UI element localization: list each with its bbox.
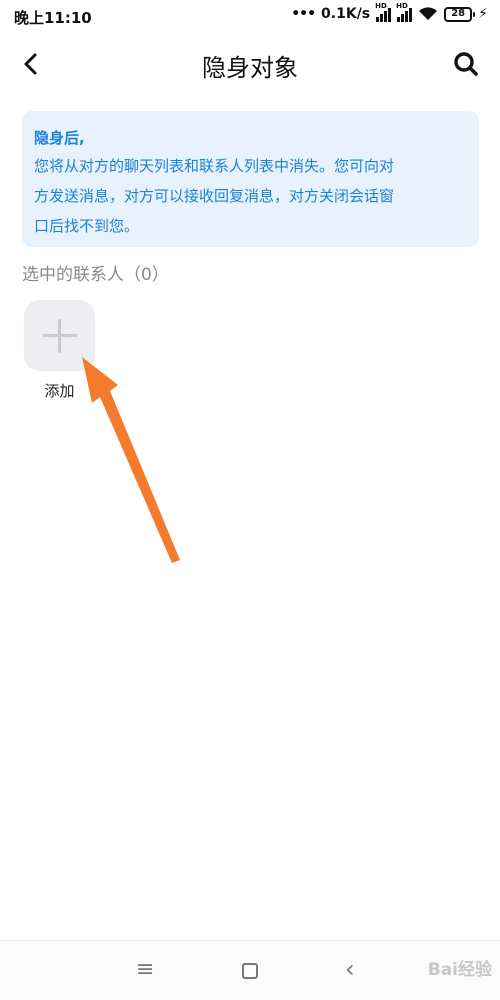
info-card: 隐身后, 您将从对方的聊天列表和联系人列表中消失。您可向对 方发送消息，对方可以… <box>22 111 479 247</box>
hd-badge-2: HD <box>396 2 408 10</box>
nav-bar: ≡ ‹ Bai经验 <box>0 940 500 1000</box>
signal-icon: HD <box>375 2 392 22</box>
info-line-3: 口后找不到您。 <box>34 217 140 235</box>
watermark: Bai经验 <box>427 960 492 980</box>
home-icon[interactable] <box>242 963 258 979</box>
search-icon <box>454 52 478 76</box>
info-line-2: 方发送消息，对方可以接收回复消息，对方关闭会话窗 <box>34 187 395 205</box>
info-title: 隐身后, <box>34 129 85 147</box>
hd-badge: HD <box>375 2 387 10</box>
selected-contacts-label: 选中的联系人（0） <box>22 265 169 285</box>
page-title: 隐身对象 <box>202 54 298 82</box>
header: 隐身对象 <box>0 38 500 90</box>
nav-back-icon[interactable]: ‹ <box>345 955 355 983</box>
info-line-1: 您将从对方的聊天列表和联系人列表中消失。您可向对 <box>34 157 395 175</box>
charging-icon: ⚡ <box>478 6 488 22</box>
signal-icon-2: HD <box>396 2 413 22</box>
status-time: 晚上11:10 <box>14 9 92 27</box>
battery-level: 28 <box>451 8 466 19</box>
battery-icon: 28 <box>444 6 476 22</box>
status-bar: 晚上11:10 ••• 0.1K/s HD HD 28 ⚡ <box>0 0 500 34</box>
status-icons: ••• 0.1K/s HD HD 28 ⚡ <box>291 2 488 22</box>
network-speed: 0.1K/s <box>321 6 371 22</box>
menu-icon[interactable]: ≡ <box>136 957 154 982</box>
search-button[interactable] <box>450 48 482 80</box>
dots-icon: ••• <box>291 6 316 22</box>
wifi-icon <box>419 7 438 20</box>
annotation-arrow-icon <box>82 357 180 563</box>
